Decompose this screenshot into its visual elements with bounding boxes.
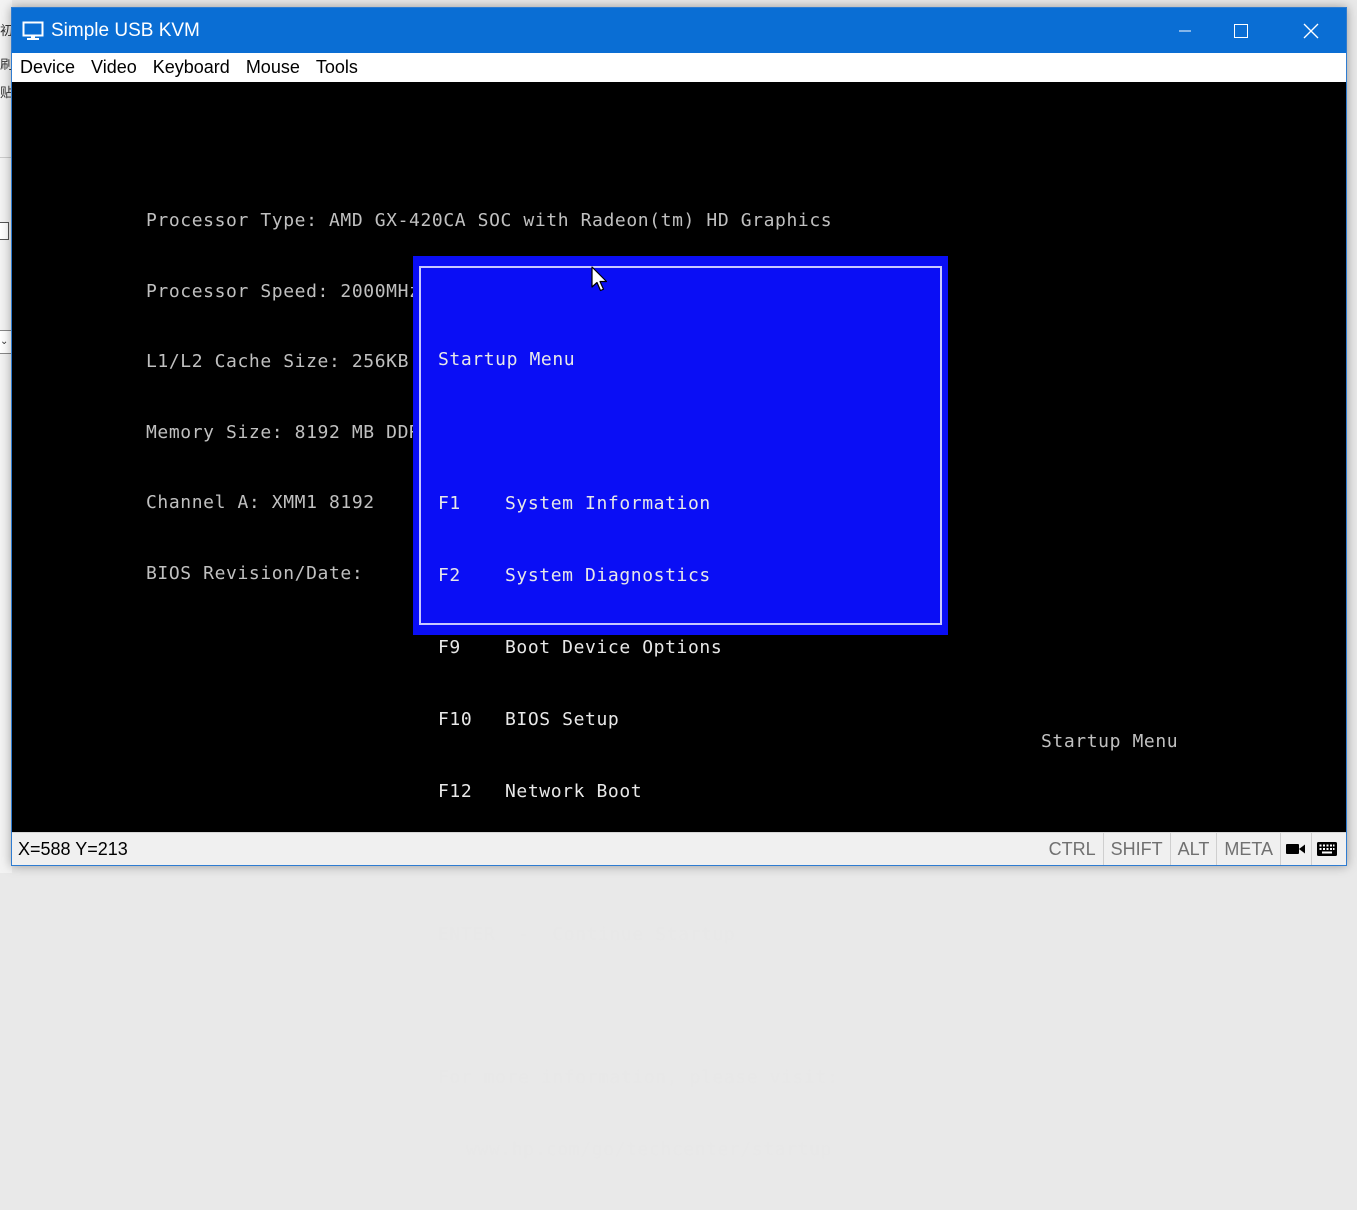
window-title: Simple USB KVM [51, 20, 200, 41]
remote-screen[interactable]: Processor Type: AMD GX-420CA SOC with Ra… [12, 82, 1346, 1160]
menu-video[interactable]: Video [83, 57, 145, 78]
option-label: BIOS Setup [505, 709, 620, 730]
option-label: Boot Device Options [505, 637, 723, 658]
alt-key-toggle[interactable]: ALT [1169, 833, 1217, 865]
popup-content: Startup Menu F1 System Information F2 Syst… [438, 300, 838, 1210]
menu-mouse[interactable]: Mouse [238, 57, 308, 78]
info-text: For more information, please visit: [438, 1067, 839, 1088]
bios-info-line: Processor Type: AMD GX-420CA SOC with Ra… [146, 210, 833, 231]
mouse-cursor-icon [591, 266, 608, 292]
menu-bar: Device Video Keyboard Mouse Tools [12, 53, 1346, 82]
close-icon [1303, 23, 1319, 38]
option-label: Network Boot [505, 781, 643, 802]
title-bar[interactable]: Simple USB KVM [12, 8, 1346, 53]
menu-keyboard[interactable]: Keyboard [145, 57, 238, 78]
menu-option-f1[interactable]: F1 System Information [438, 492, 838, 516]
video-camera-button[interactable] [1280, 833, 1311, 865]
meta-key-toggle[interactable]: META [1216, 833, 1280, 865]
keyboard-button[interactable] [1311, 833, 1342, 865]
maximize-button[interactable] [1218, 8, 1264, 53]
startup-menu-label: Startup Menu [1041, 731, 1179, 752]
cursor-coordinates: X=588 Y=213 [18, 839, 128, 859]
menu-option-f9[interactable]: F9 Boot Device Options [438, 636, 838, 660]
ctrl-key-toggle[interactable]: CTRL [1042, 833, 1103, 865]
menu-option-f12[interactable]: F12 Network Boot [438, 780, 838, 804]
option-key: F10 [438, 709, 473, 730]
modifier-keys: CTRL SHIFT ALT META [1042, 833, 1342, 865]
menu-device[interactable]: Device [12, 57, 83, 78]
menu-tools[interactable]: Tools [308, 57, 366, 78]
option-label: System Information [505, 493, 711, 514]
minimize-icon [1179, 30, 1191, 31]
startup-menu-popup: Startup Menu F1 System Information F2 Syst… [413, 256, 948, 1160]
video-camera-icon [1286, 844, 1305, 854]
maximize-icon [1234, 23, 1248, 38]
monitor-icon [22, 21, 44, 40]
option-key: F2 [438, 565, 461, 586]
kvm-window: Simple USB KVM Device Video Keyboard Mou… [11, 7, 1347, 1160]
info-url: www.hp.com/go/techcenter/startup [466, 1139, 832, 1160]
menu-option-f2[interactable]: F2 System Diagnostics [438, 564, 838, 588]
shift-key-toggle[interactable]: SHIFT [1102, 833, 1170, 865]
option-key: F1 [438, 493, 461, 514]
close-button[interactable] [1288, 8, 1334, 53]
status-bar: X=588 Y=213 CTRL SHIFT ALT META [12, 832, 1346, 865]
bg-checkbox [0, 222, 9, 240]
menu-option-f10[interactable]: F10 BIOS Setup [438, 708, 838, 732]
keyboard-icon [1317, 842, 1337, 856]
option-label: System Diagnostics [505, 565, 711, 586]
popup-title: Startup Menu [438, 349, 576, 370]
option-key: F12 [438, 781, 473, 802]
minimize-button[interactable] [1162, 8, 1208, 53]
option-key: F9 [438, 637, 461, 658]
enter-continue-option[interactable]: ENTER - Continue Startup [438, 923, 838, 947]
